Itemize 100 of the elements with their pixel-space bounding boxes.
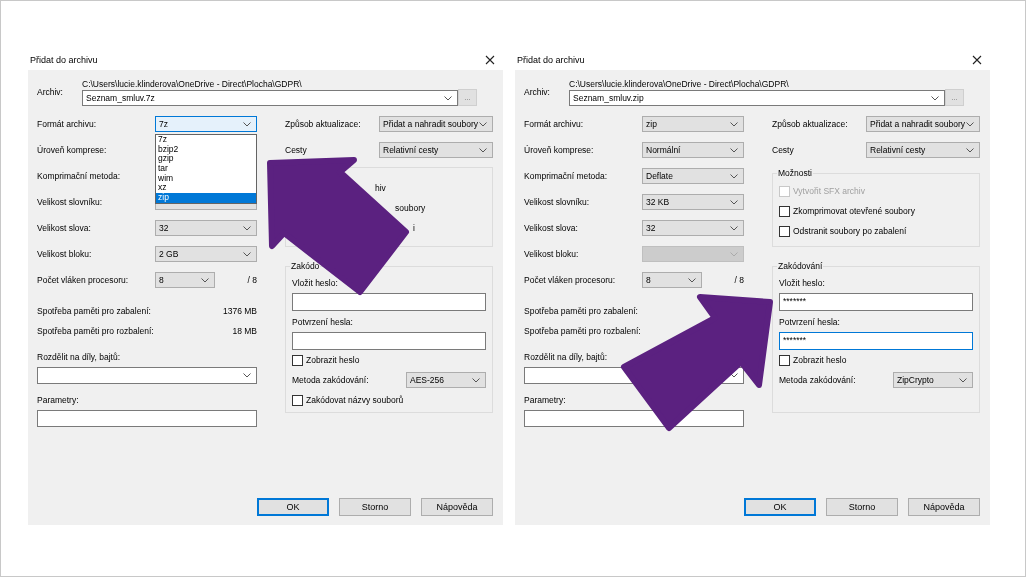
dropdown[interactable]: 8 — [155, 272, 215, 288]
checkbox[interactable] — [292, 394, 303, 406]
chevron-down-icon — [959, 377, 967, 383]
field-label: Způsob aktualizace: — [285, 119, 362, 129]
browse-button[interactable]: ... — [945, 89, 964, 106]
dialog-button[interactable]: Storno — [339, 498, 411, 516]
option-text: soubory — [395, 202, 427, 215]
field-label: Úroveň komprese: — [37, 145, 108, 155]
list-option[interactable]: zip — [156, 193, 256, 203]
window-title: Přidat do archivu — [30, 55, 98, 65]
list-option[interactable]: wim — [156, 173, 256, 184]
dropdown[interactable]: Přidat a nahradit soubory — [866, 116, 980, 132]
dropdown[interactable]: 7z — [155, 116, 257, 132]
checkbox[interactable] — [779, 205, 790, 217]
field-label: Archiv: — [524, 87, 551, 97]
dialog-button[interactable]: Nápověda — [421, 498, 493, 516]
checkbox[interactable] — [779, 225, 790, 237]
checkbox-label: Odstranit soubory po zabalení — [793, 226, 907, 236]
group-title: Možnosti — [777, 167, 813, 179]
field-label: Vložit heslo: — [292, 277, 339, 290]
list-option[interactable]: xz — [156, 183, 256, 194]
dropdown[interactable]: AES-256 — [406, 372, 486, 388]
chevron-down-icon — [479, 147, 487, 153]
dropdown[interactable]: 32 — [155, 220, 257, 236]
dialog-button[interactable]: OK — [257, 498, 329, 516]
password-field[interactable] — [292, 332, 486, 350]
checkbox-label: Zobrazit heslo — [306, 355, 360, 365]
field-label: Velikost bloku: — [37, 249, 93, 259]
field-label: Úroveň komprese: — [524, 145, 595, 155]
field-label: Formát archivu: — [524, 119, 585, 129]
field-label: Počet vláken procesoru: — [37, 275, 130, 285]
group-title: Zakódování — [777, 260, 824, 272]
split-combo[interactable] — [37, 367, 257, 384]
field-label: Velikost slova: — [37, 223, 92, 233]
dropdown[interactable]: Přidat a nahradit soubory — [379, 116, 493, 132]
checkbox[interactable] — [292, 354, 303, 366]
dropdown[interactable]: 32 — [642, 220, 744, 236]
password-field[interactable]: ******* — [779, 293, 973, 311]
memory-value: 18 MB — [232, 326, 257, 336]
field-label: Rozdělit na díly, bajtů: — [524, 351, 608, 363]
chevron-down-icon — [730, 199, 738, 205]
archive-name-combo[interactable]: Seznam_smluv.zip — [569, 90, 945, 106]
list-option[interactable]: bzip2 — [156, 144, 256, 155]
chevron-down-icon — [966, 147, 974, 153]
field-label: Počet vláken procesoru: — [524, 275, 617, 285]
memory-label: Spotřeba paměti pro rozbalení: — [37, 326, 154, 336]
field-label: Způsob aktualizace: — [772, 119, 849, 129]
dropdown[interactable]: ZipCrypto — [893, 372, 973, 388]
chevron-down-icon — [688, 277, 696, 283]
dialog-button[interactable]: OK — [744, 498, 816, 516]
field-label: Potvrzení hesla: — [779, 316, 841, 329]
field-label: Velikost slovníku: — [37, 197, 104, 207]
dropdown[interactable]: 8 — [642, 272, 702, 288]
memory-label: Spotřeba paměti pro zabalení: — [37, 306, 151, 316]
field-label: Metoda zakódování: — [292, 375, 369, 385]
chevron-down-icon — [730, 225, 738, 231]
field-label: Rozdělit na díly, bajtů: — [37, 351, 121, 363]
path-text: C:\Users\lucie.klinderova\OneDrive - Direct\Plocha\GDPR\ — [569, 78, 790, 90]
list-option[interactable]: tar — [156, 164, 256, 174]
close-icon[interactable] — [972, 55, 982, 65]
field-label: Parametry: — [524, 394, 567, 406]
chevron-down-icon — [243, 373, 251, 378]
checkbox-label: Zobrazit heslo — [793, 355, 847, 365]
chevron-down-icon — [931, 95, 939, 101]
checkbox-label: Vytvořit SFX archiv — [793, 186, 865, 196]
dropdown[interactable]: Deflate — [642, 168, 744, 184]
field-label: Parametry: — [37, 394, 80, 406]
password-field[interactable] — [292, 293, 486, 311]
chevron-down-icon — [243, 251, 251, 257]
chevron-down-icon — [479, 121, 487, 127]
group-title: Zakódo — [290, 260, 321, 272]
checkbox[interactable] — [779, 354, 790, 366]
dialog-button[interactable]: Nápověda — [908, 498, 980, 516]
chevron-down-icon — [730, 173, 738, 179]
archive-name-combo[interactable]: Seznam_smluv.7z — [82, 90, 458, 106]
dropdown[interactable]: zip — [642, 116, 744, 132]
checkbox-label: Zakódovat názvy souborů — [306, 395, 404, 405]
field-label: Velikost slova: — [524, 223, 579, 233]
dropdown[interactable]: 2 GB — [155, 246, 257, 262]
memory-value: 1376 MB — [222, 306, 257, 316]
chevron-down-icon — [243, 225, 251, 231]
dropdown[interactable]: Normální — [642, 142, 744, 158]
dialog-button[interactable]: Storno — [826, 498, 898, 516]
memory-label: Spotřeba paměti pro zabalení: — [524, 306, 638, 316]
field-label: Vložit heslo: — [779, 277, 826, 290]
parameters-field[interactable] — [37, 410, 257, 427]
field-label: Komprimační metoda: — [37, 171, 122, 181]
password-field[interactable]: ******* — [779, 332, 973, 350]
list-option[interactable]: gzip — [156, 154, 256, 165]
close-icon[interactable] — [485, 55, 495, 65]
path-text: C:\Users\lucie.klinderova\OneDrive - Direct\Plocha\GDPR\ — [82, 78, 303, 90]
dropdown[interactable]: 32 KB — [642, 194, 744, 210]
dropdown[interactable]: Relativní cesty — [379, 142, 493, 158]
count-text: / 8 — [247, 275, 257, 285]
field-label: Formát archivu: — [37, 119, 98, 129]
dropdown[interactable]: Relativní cesty — [866, 142, 980, 158]
chevron-down-icon — [730, 251, 738, 257]
browse-button[interactable]: ... — [458, 89, 477, 106]
field-label: Cesty — [772, 145, 795, 155]
list-option[interactable]: 7z — [156, 135, 256, 145]
